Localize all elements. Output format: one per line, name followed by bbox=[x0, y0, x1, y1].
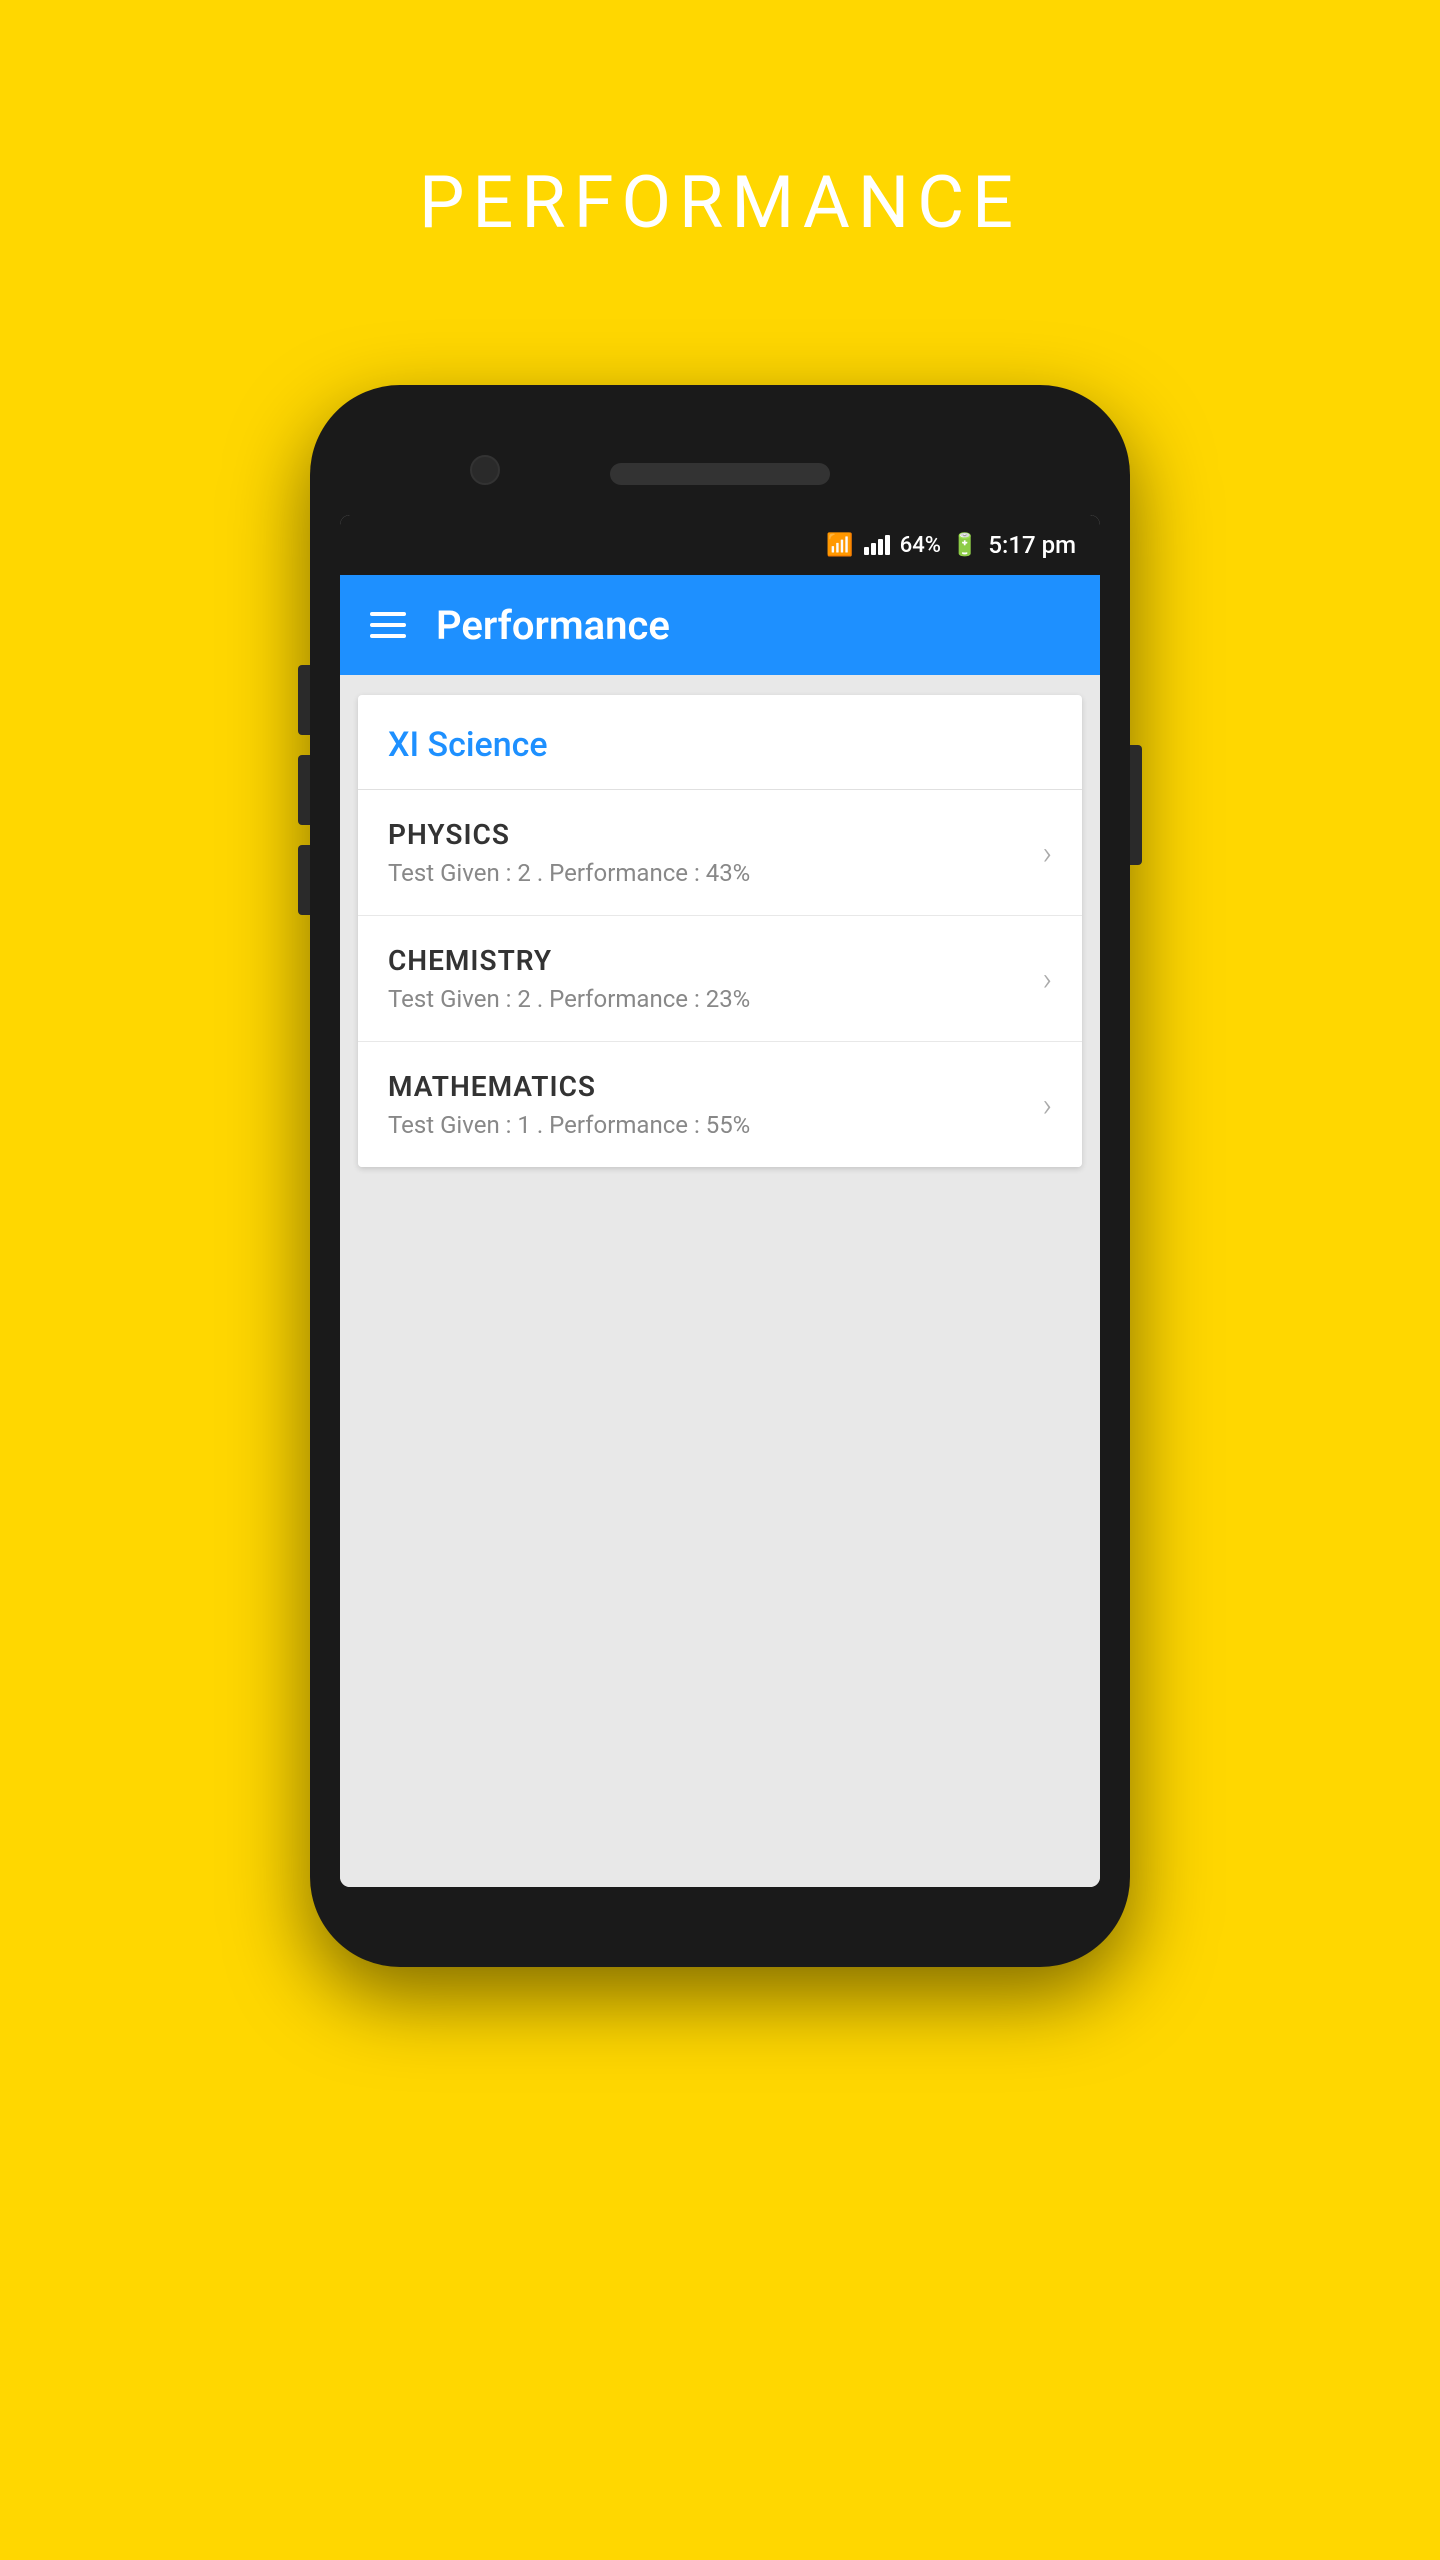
phone-screen: 📶 64% 🔋 5:17 pm bbox=[340, 515, 1100, 1887]
mathematics-details: Test Given : 1 . Performance : 55% bbox=[388, 1111, 1042, 1139]
hamburger-line-3 bbox=[370, 634, 406, 638]
battery-percent: 64% bbox=[900, 533, 941, 558]
section-title: XI Science bbox=[388, 725, 548, 765]
list-item-chemistry[interactable]: CHEMISTRY Test Given : 2 . Performance :… bbox=[358, 916, 1082, 1042]
battery-icon: 🔋 bbox=[951, 533, 978, 558]
hamburger-line-2 bbox=[370, 623, 406, 627]
content-card: XI Science PHYSICS Test Given : 2 . Perf… bbox=[358, 695, 1082, 1167]
signal-bar-3 bbox=[878, 539, 883, 555]
phone-body: 📶 64% 🔋 5:17 pm bbox=[310, 385, 1130, 1967]
signal-bar-4 bbox=[885, 535, 890, 555]
section-header: XI Science bbox=[358, 695, 1082, 790]
chemistry-subject-name: CHEMISTRY bbox=[388, 944, 1042, 977]
physics-chevron-icon: › bbox=[1042, 834, 1052, 872]
physics-content: PHYSICS Test Given : 2 . Performance : 4… bbox=[388, 818, 1042, 887]
app-bar-title: Performance bbox=[436, 602, 670, 649]
mathematics-subject-name: MATHEMATICS bbox=[388, 1070, 1042, 1103]
phone-mockup: 📶 64% 🔋 5:17 pm bbox=[0, 385, 1440, 1967]
physics-details: Test Given : 2 . Performance : 43% bbox=[388, 859, 1042, 887]
wifi-icon: 📶 bbox=[826, 533, 853, 558]
mathematics-content: MATHEMATICS Test Given : 1 . Performance… bbox=[388, 1070, 1042, 1139]
mute-button bbox=[298, 845, 310, 915]
mathematics-chevron-icon: › bbox=[1042, 1086, 1052, 1124]
hamburger-line-1 bbox=[370, 612, 406, 616]
chemistry-chevron-icon: › bbox=[1042, 960, 1052, 998]
list-item-physics[interactable]: PHYSICS Test Given : 2 . Performance : 4… bbox=[358, 790, 1082, 916]
chemistry-details: Test Given : 2 . Performance : 23% bbox=[388, 985, 1042, 1013]
signal-bar-2 bbox=[871, 543, 876, 555]
volume-down-button bbox=[298, 755, 310, 825]
status-bar: 📶 64% 🔋 5:17 pm bbox=[340, 515, 1100, 575]
front-camera bbox=[470, 455, 500, 485]
menu-button[interactable] bbox=[370, 612, 406, 638]
phone-top bbox=[340, 435, 1100, 515]
volume-up-button bbox=[298, 665, 310, 735]
power-button bbox=[1130, 745, 1142, 865]
speaker-grille bbox=[610, 463, 830, 485]
page-title: PERFORMANCE bbox=[419, 160, 1021, 245]
list-item-mathematics[interactable]: MATHEMATICS Test Given : 1 . Performance… bbox=[358, 1042, 1082, 1167]
signal-bars-icon bbox=[864, 535, 890, 555]
chemistry-content: CHEMISTRY Test Given : 2 . Performance :… bbox=[388, 944, 1042, 1013]
clock: 5:17 pm bbox=[988, 531, 1076, 559]
empty-content-area bbox=[340, 1187, 1100, 1887]
signal-bar-1 bbox=[864, 547, 869, 555]
physics-subject-name: PHYSICS bbox=[388, 818, 1042, 851]
status-icons: 📶 64% 🔋 5:17 pm bbox=[826, 531, 1076, 559]
app-bar: Performance bbox=[340, 575, 1100, 675]
